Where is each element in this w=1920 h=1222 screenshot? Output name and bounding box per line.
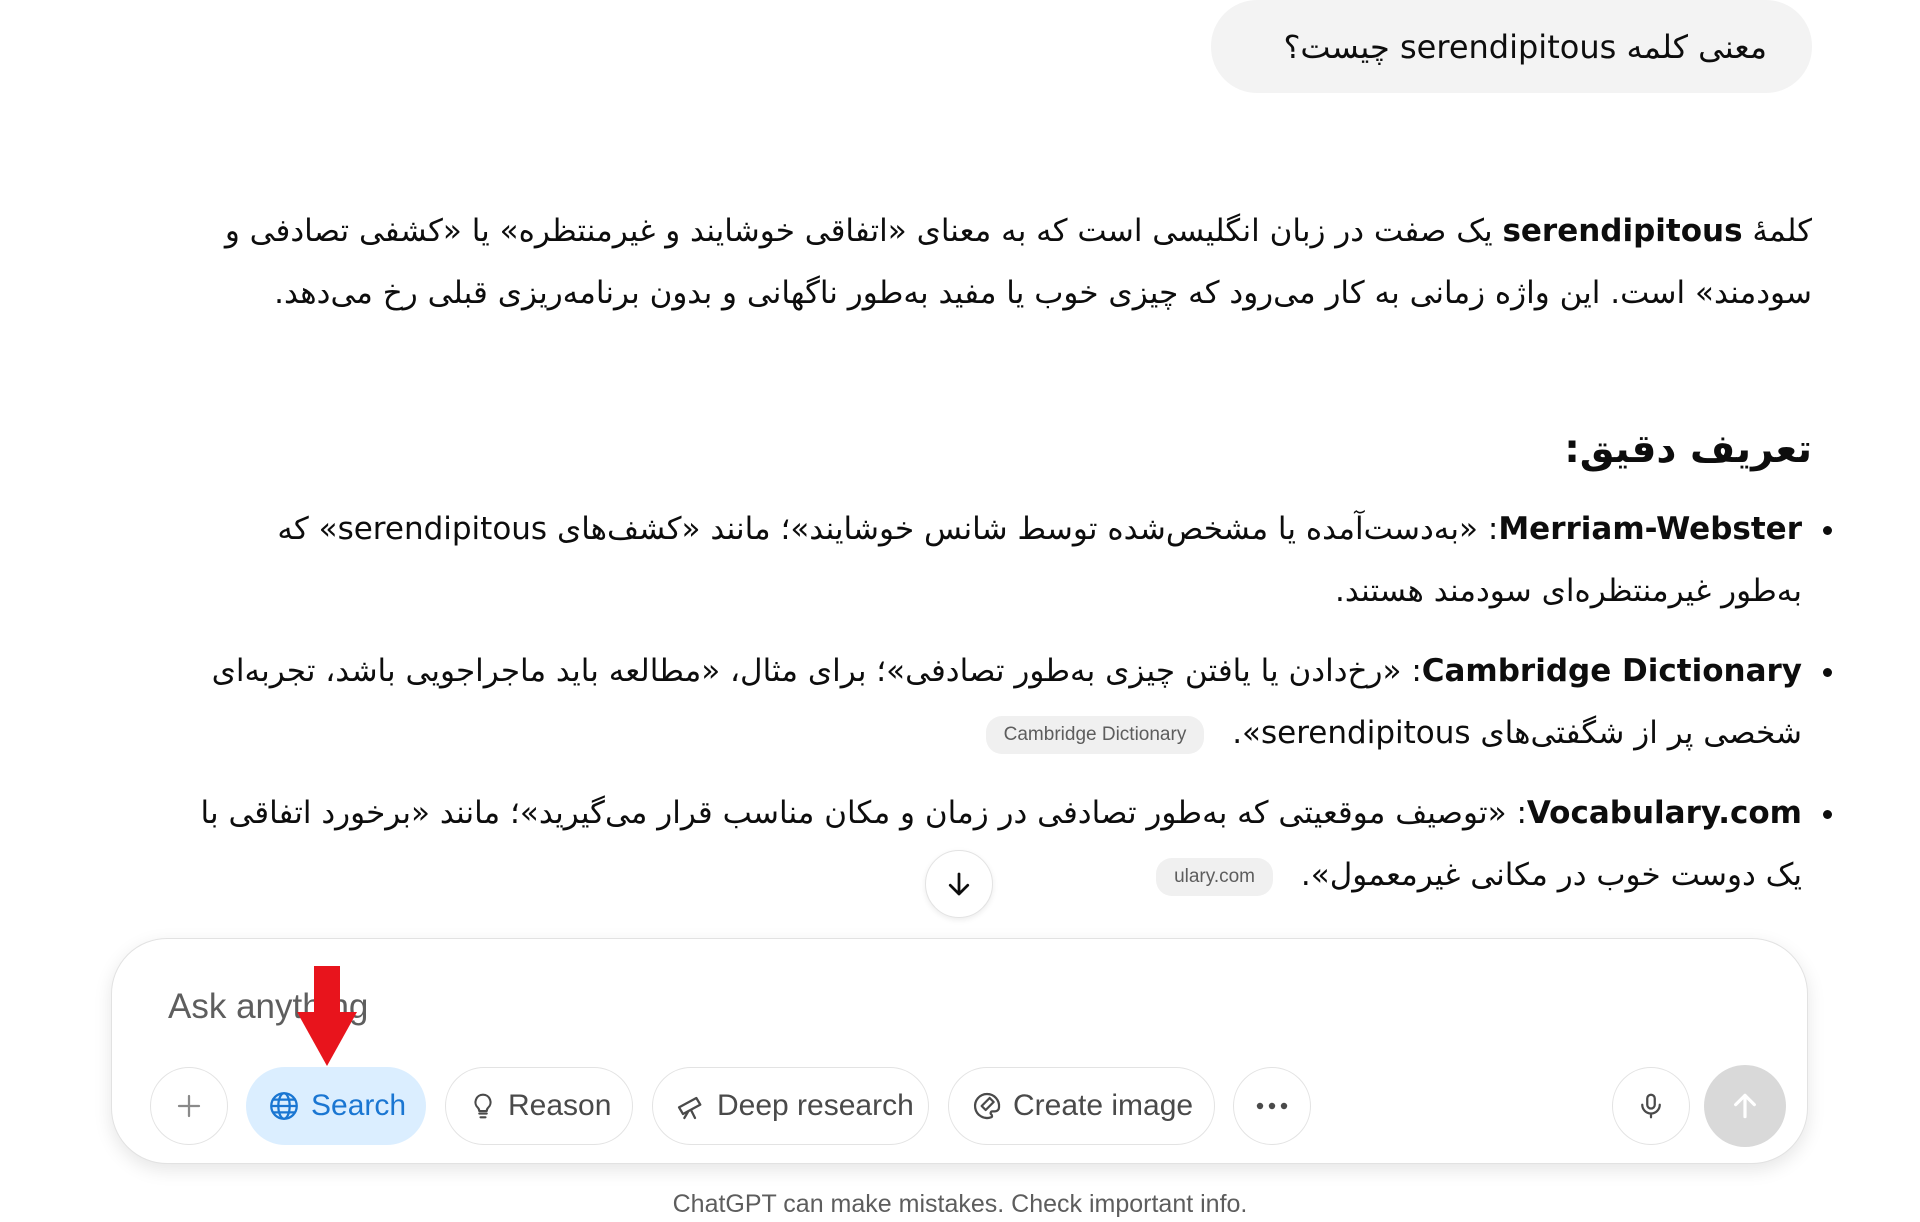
palette-brush-icon: [973, 1092, 1001, 1120]
globe-icon: [270, 1092, 298, 1120]
prompt-input[interactable]: [166, 981, 1670, 1033]
arrow-down-icon: [948, 872, 970, 896]
composer: Search Reason Deep research Create image: [111, 938, 1808, 1164]
lightbulb-icon: [474, 1093, 492, 1119]
citation-chip-cambridge[interactable]: Cambridge Dictionary: [985, 715, 1205, 754]
citation-chip-vocabulary[interactable]: ulary.com: [1156, 857, 1274, 896]
definition-source: Vocabulary.com: [1526, 795, 1802, 831]
create-image-label: Create image: [1013, 1089, 1194, 1122]
deep-research-label: Deep research: [717, 1089, 914, 1122]
definitions-list: Merriam-Webster: «به‌دست‌آمده یا مشخص‌شد…: [190, 498, 1832, 924]
answer-term: serendipitous: [1502, 213, 1743, 249]
send-button[interactable]: [1704, 1065, 1786, 1147]
disclaimer-footer: ChatGPT can make mistakes. Check importa…: [672, 1190, 1248, 1218]
definition-source: Merriam-Webster: [1498, 511, 1802, 547]
answer-paragraph: کلمهٔ serendipitous یک صفت در زبان انگلی…: [120, 200, 1812, 324]
search-button[interactable]: Search: [246, 1067, 426, 1145]
answer-para-prefix: کلمهٔ: [1742, 213, 1812, 249]
voice-input-button[interactable]: [1612, 1067, 1690, 1145]
telescope-icon: [677, 1096, 702, 1120]
user-message-text: معنی کلمه serendipitous چیست؟: [1283, 27, 1767, 66]
definition-item-merriam: Merriam-Webster: «به‌دست‌آمده یا مشخص‌شد…: [190, 498, 1832, 622]
reason-label: Reason: [508, 1089, 612, 1122]
attach-button[interactable]: [150, 1067, 228, 1145]
definition-source: Cambridge Dictionary: [1421, 653, 1802, 689]
arrow-up-icon: [1734, 1093, 1756, 1119]
user-message-bubble: معنی کلمه serendipitous چیست؟: [1211, 0, 1812, 93]
more-tools-button[interactable]: [1233, 1067, 1311, 1145]
annotation-arrow-icon: [297, 966, 357, 1066]
create-image-button[interactable]: Create image: [948, 1067, 1215, 1145]
scroll-to-bottom-button[interactable]: [925, 850, 993, 918]
definition-item-vocabulary: Vocabulary.com: «توصیف موقعیتی که به‌طور…: [190, 782, 1832, 906]
definition-item-cambridge: Cambridge Dictionary: «رخ‌دادن یا یافتن …: [190, 640, 1832, 764]
more-dots-icon: [1256, 1102, 1288, 1110]
deep-research-button[interactable]: Deep research: [652, 1067, 929, 1145]
search-label: Search: [311, 1089, 407, 1122]
plus-icon: [177, 1094, 201, 1118]
section-heading: تعریف دقیق:: [1564, 427, 1812, 472]
microphone-icon: [1641, 1093, 1661, 1119]
reason-button[interactable]: Reason: [445, 1067, 633, 1145]
